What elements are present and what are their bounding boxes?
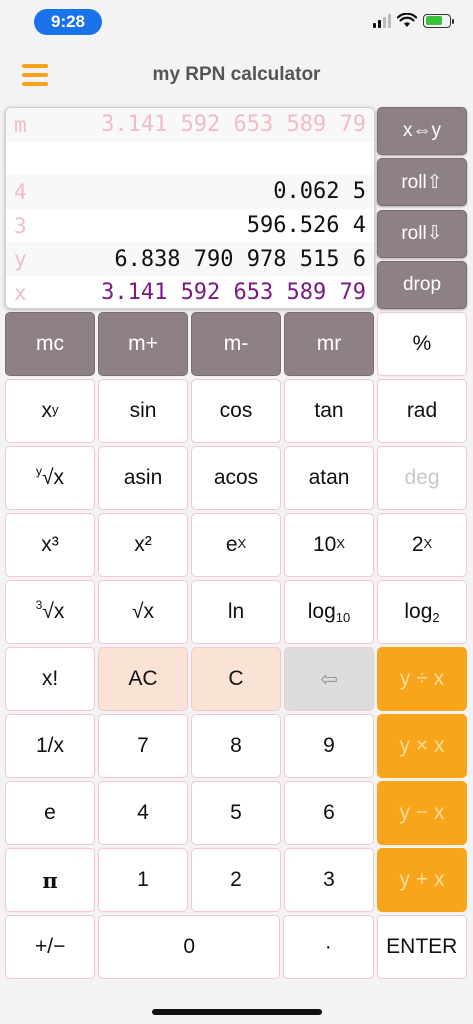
stack-label-x: x	[14, 280, 27, 305]
euler-button[interactable]: e	[5, 781, 95, 845]
asin-button[interactable]: asin	[98, 446, 188, 510]
acos-button[interactable]: acos	[191, 446, 281, 510]
backspace-icon: ⇦	[320, 667, 338, 691]
digit-4-button[interactable]: 4	[98, 781, 188, 845]
multiply-button[interactable]: y × x	[377, 714, 467, 778]
deg-button[interactable]: deg	[377, 446, 467, 510]
tan-button[interactable]: tan	[284, 379, 374, 443]
key-row-456: e 4 5 6 y − x	[5, 781, 467, 845]
digit-6-button[interactable]: 6	[284, 781, 374, 845]
swap-button[interactable]: x⇔y	[377, 107, 467, 155]
key-row-123: π 1 2 3 y + x	[5, 848, 467, 912]
square-root-button[interactable]: √x	[98, 580, 188, 644]
key-row-powers: x³ x² eX 10 X 2X	[5, 513, 467, 577]
divide-button[interactable]: y ÷ x	[377, 647, 467, 711]
cellular-signal-icon	[373, 13, 391, 28]
memory-recall-button[interactable]: mr	[284, 312, 374, 376]
ten-power-button[interactable]: 10 X	[284, 513, 374, 577]
drop-button[interactable]: drop	[377, 260, 467, 309]
stack-row-memory: m 3.141 592 653 589 79	[6, 108, 374, 142]
pi-button[interactable]: π	[5, 848, 95, 912]
stack-label-m: m	[14, 112, 27, 137]
two-power-button[interactable]: 2X	[377, 513, 467, 577]
square-button[interactable]: x²	[98, 513, 188, 577]
status-time: 9:28	[34, 9, 102, 35]
stack-value-x: 3.141 592 653 589 79	[101, 280, 366, 306]
cube-root-button[interactable]: 3 √x	[5, 580, 95, 644]
digit-5-button[interactable]: 5	[191, 781, 281, 845]
atan-button[interactable]: atan	[284, 446, 374, 510]
status-icons	[373, 13, 454, 28]
roll-up-button[interactable]: roll⇧	[377, 158, 467, 207]
stack-row-x: x 3.141 592 653 589 79	[6, 276, 374, 308]
roll-down-button[interactable]: roll⇩	[377, 209, 467, 258]
decimal-point-button[interactable]: ·	[283, 915, 374, 979]
exp-button[interactable]: eX	[191, 513, 281, 577]
stack-label-3: 3	[14, 213, 27, 238]
stack-row-empty	[6, 142, 374, 176]
digit-0-button[interactable]: 0	[98, 915, 281, 979]
memory-clear-button[interactable]: mc	[5, 312, 95, 376]
subtract-button[interactable]: y − x	[377, 781, 467, 845]
key-row-789: 1/x 7 8 9 y × x	[5, 714, 467, 778]
digit-7-button[interactable]: 7	[98, 714, 188, 778]
clear-button[interactable]: C	[191, 647, 281, 711]
memory-value: 3.141 592 653 589 79	[101, 112, 366, 138]
memory-subtract-button[interactable]: m-	[191, 312, 281, 376]
key-row-clear: x! AC C ⇦ y ÷ x	[5, 647, 467, 711]
stack-value-y: 6.838 790 978 515 6	[114, 246, 366, 272]
digit-2-button[interactable]: 2	[191, 848, 281, 912]
percent-button[interactable]: %	[377, 312, 467, 376]
key-row-inverse-trig: y √x asin acos atan deg	[5, 446, 467, 510]
cos-button[interactable]: cos	[191, 379, 281, 443]
digit-3-button[interactable]: 3	[284, 848, 374, 912]
log10-button[interactable]: log 10	[284, 580, 374, 644]
stack-label-4: 4	[14, 179, 27, 204]
key-row-memory: mc m+ m- mr %	[5, 312, 467, 376]
key-row-trig: xy sin cos tan rad	[5, 379, 467, 443]
wifi-icon	[397, 13, 417, 27]
stack-value-4: 0.062 5	[273, 179, 366, 205]
keypad: mc m+ m- mr % xy sin cos tan rad y √x asi…	[5, 312, 467, 982]
digit-9-button[interactable]: 9	[284, 714, 374, 778]
stack-row-3: 3 596.526 4	[6, 209, 374, 243]
ln-button[interactable]: ln	[191, 580, 281, 644]
all-clear-button[interactable]: AC	[98, 647, 188, 711]
rad-button[interactable]: rad	[377, 379, 467, 443]
add-button[interactable]: y + x	[377, 848, 467, 912]
title-bar: my RPN calculator	[0, 50, 473, 100]
factorial-button[interactable]: x!	[5, 647, 95, 711]
memory-add-button[interactable]: m+	[98, 312, 188, 376]
stack-row-4: 4 0.062 5	[6, 175, 374, 209]
nth-root-button[interactable]: y √x	[5, 446, 95, 510]
stack-value-3: 596.526 4	[246, 213, 366, 239]
stack-label-y: y	[14, 247, 27, 272]
key-row-bottom: +/− 0 · ENTER	[5, 915, 467, 979]
status-bar: 9:28	[0, 0, 473, 44]
page-title: my RPN calculator	[152, 64, 321, 85]
digit-8-button[interactable]: 8	[191, 714, 281, 778]
power-button[interactable]: xy	[5, 379, 95, 443]
backspace-button[interactable]: ⇦	[284, 647, 374, 711]
home-indicator[interactable]	[152, 1009, 322, 1015]
stack-ops: x⇔y roll⇧ roll⇩ drop	[377, 107, 467, 312]
negate-button[interactable]: +/−	[5, 915, 96, 979]
key-row-logs: 3 √x √x ln log 10 log 2	[5, 580, 467, 644]
enter-button[interactable]: ENTER	[376, 915, 467, 979]
cube-button[interactable]: x³	[5, 513, 95, 577]
sin-button[interactable]: sin	[98, 379, 188, 443]
stack-row-y: y 6.838 790 978 515 6	[6, 242, 374, 276]
log2-button[interactable]: log 2	[377, 580, 467, 644]
reciprocal-button[interactable]: 1/x	[5, 714, 95, 778]
stack-display: m 3.141 592 653 589 79 4 0.062 5 3 596.5…	[5, 107, 375, 309]
battery-charging-icon	[423, 13, 454, 28]
digit-1-button[interactable]: 1	[98, 848, 188, 912]
